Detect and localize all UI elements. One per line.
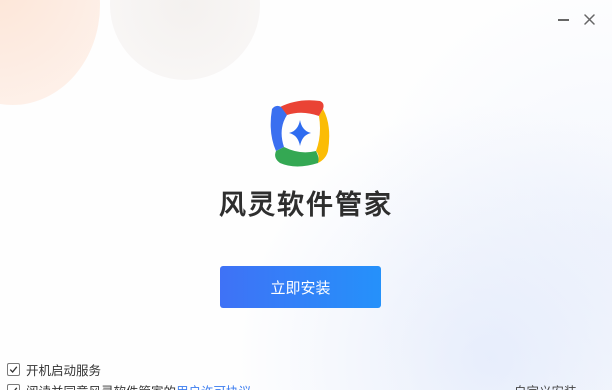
autostart-checkbox[interactable] bbox=[7, 363, 20, 376]
agreement-text: 阅读并同意风灵软件管家的 bbox=[26, 381, 176, 390]
minimize-button[interactable] bbox=[552, 8, 574, 30]
background-decoration bbox=[0, 0, 100, 105]
install-now-button[interactable]: 立即安装 bbox=[220, 266, 381, 308]
license-agreement-link[interactable]: 用户许可协议 bbox=[176, 381, 251, 390]
background-decoration bbox=[110, 0, 260, 80]
custom-install-link[interactable]: 自定义安装 bbox=[514, 381, 577, 390]
installer-window: 风灵软件管家 立即安装 开机启动服务 阅读并同意风灵软件管家的 用户许可协议 自… bbox=[0, 0, 612, 390]
checkmark-icon bbox=[9, 366, 18, 373]
minimize-icon bbox=[557, 19, 569, 21]
close-icon bbox=[583, 13, 595, 25]
checkmark-icon bbox=[14, 387, 18, 390]
app-title: 风灵软件管家 bbox=[219, 190, 393, 221]
app-logo bbox=[270, 100, 330, 167]
autostart-option[interactable]: 开机启动服务 bbox=[7, 360, 101, 379]
close-button[interactable] bbox=[578, 8, 600, 30]
agreement-checkbox[interactable] bbox=[7, 384, 20, 390]
autostart-label: 开机启动服务 bbox=[26, 363, 102, 378]
agreement-option[interactable]: 阅读并同意风灵软件管家的 用户许可协议 bbox=[7, 381, 251, 390]
